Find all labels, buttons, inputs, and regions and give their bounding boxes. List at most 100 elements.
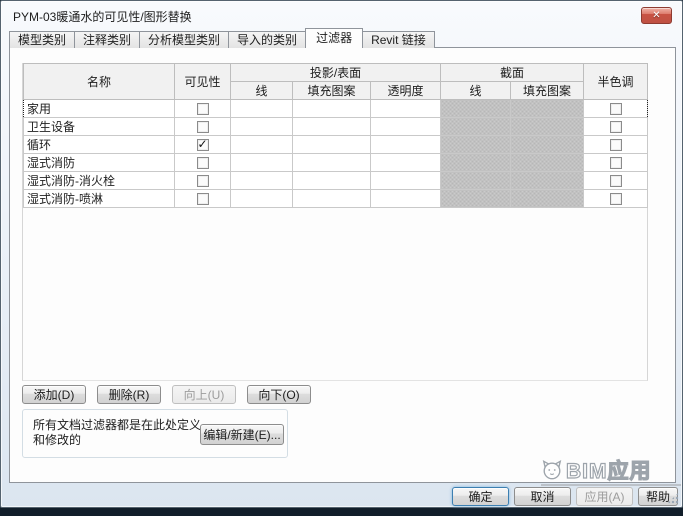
projection-lines-cell[interactable] [230, 189, 293, 208]
tab-imported-categories[interactable]: 导入的类别 [228, 31, 307, 48]
column-header-projection-lines: 线 [230, 81, 293, 100]
cut-lines-cell [440, 189, 511, 208]
window-title: PYM-03暖通水的可见性/图形替换 [13, 10, 192, 24]
filter-name-cell[interactable]: 湿式消防-喷淋 [23, 189, 175, 208]
cut-patterns-cell [509, 171, 585, 190]
visibility-checkbox[interactable] [196, 103, 209, 116]
column-header-cut-lines: 线 [440, 81, 511, 100]
titlebar[interactable]: PYM-03暖通水的可见性/图形替换 ✕ [1, 1, 682, 27]
visibility-cell[interactable] [174, 189, 231, 208]
transparency-cell[interactable] [370, 189, 441, 208]
halftone-checkbox[interactable] [609, 139, 622, 152]
projection-lines-cell[interactable] [230, 117, 293, 136]
visibility-cell[interactable] [174, 99, 231, 118]
column-header-cut-patterns: 填充图案 [509, 81, 585, 100]
projection-lines-cell[interactable] [230, 135, 293, 154]
filter-name-cell[interactable]: 湿式消防-消火栓 [23, 171, 175, 190]
table-row[interactable]: 家用 [23, 99, 649, 118]
projection-patterns-cell[interactable] [292, 189, 371, 208]
add-button[interactable]: 添加(D) [22, 385, 86, 404]
filter-name-cell[interactable]: 卫生设备 [23, 117, 175, 136]
cut-lines-cell [440, 135, 511, 154]
projection-patterns-cell[interactable] [292, 135, 371, 154]
edit-new-button[interactable]: 编辑/新建(E)... [200, 424, 284, 445]
ok-button[interactable]: 确定 [452, 487, 509, 506]
move-up-button[interactable]: 向上(U) [172, 385, 236, 404]
visibility-checkbox[interactable] [196, 121, 209, 134]
tab-analytical-model-categories[interactable]: 分析模型类别 [139, 31, 230, 48]
tabstrip: 模型类别 注释类别 分析模型类别 导入的类别 过滤器 Revit 链接 [9, 28, 435, 48]
transparency-cell[interactable] [370, 171, 441, 190]
projection-lines-cell[interactable] [230, 99, 293, 118]
visibility-graphics-dialog: PYM-03暖通水的可见性/图形替换 ✕ 模型类别 注释类别 分析模型类别 导入的类别… [0, 0, 683, 508]
visibility-cell[interactable] [174, 171, 231, 190]
projection-lines-cell[interactable] [230, 153, 293, 172]
cut-lines-cell [440, 171, 511, 190]
tab-model-categories[interactable]: 模型类别 [9, 31, 76, 48]
tab-filters[interactable]: 过滤器 [305, 28, 364, 48]
visibility-checkbox[interactable] [196, 157, 209, 170]
tab-revit-links[interactable]: Revit 链接 [362, 31, 435, 48]
edit-filters-groupbox: 所有文档过滤器都是在此处定义和修改的 编辑/新建(E)... [22, 409, 288, 458]
column-header-projection-patterns: 填充图案 [292, 81, 371, 100]
visibility-checkbox[interactable]: ✓ [196, 137, 209, 152]
halftone-checkbox[interactable] [609, 157, 622, 170]
check-icon: ✓ [197, 137, 208, 152]
column-header-halftone: 半色调 [583, 63, 649, 100]
remove-button[interactable]: 删除(R) [97, 385, 161, 404]
cut-lines-cell [440, 99, 511, 118]
halftone-checkbox[interactable] [609, 103, 622, 116]
cut-patterns-cell [509, 153, 585, 172]
cut-patterns-cell [509, 189, 585, 208]
apply-button[interactable]: 应用(A) [576, 487, 633, 506]
halftone-cell[interactable] [583, 99, 649, 118]
halftone-cell[interactable] [583, 153, 649, 172]
cut-lines-cell [440, 153, 511, 172]
projection-patterns-cell[interactable] [292, 99, 371, 118]
cut-patterns-cell [509, 117, 585, 136]
column-header-projection: 投影/表面 [230, 63, 441, 82]
projection-patterns-cell[interactable] [292, 117, 371, 136]
visibility-cell[interactable]: ✓ [174, 135, 231, 154]
column-header-cut: 截面 [439, 63, 585, 82]
column-header-name: 名称 [23, 63, 175, 100]
halftone-checkbox[interactable] [609, 175, 622, 188]
cancel-button[interactable]: 取消 [514, 487, 571, 506]
column-header-visibility: 可见性 [174, 63, 231, 100]
visibility-checkbox[interactable] [196, 193, 209, 206]
filters-grid: 名称 可见性 投影/表面 截面 半色调 线 填充图案 透明度 线 填充图案 家用… [22, 63, 649, 381]
halftone-checkbox[interactable] [609, 193, 622, 206]
halftone-cell[interactable] [583, 171, 649, 190]
table-row[interactable]: 湿式消防 [23, 153, 649, 172]
projection-patterns-cell[interactable] [292, 171, 371, 190]
halftone-cell[interactable] [583, 189, 649, 208]
tab-annotation-categories[interactable]: 注释类别 [74, 31, 141, 48]
edit-filters-description: 所有文档过滤器都是在此处定义和修改的 [33, 418, 202, 447]
filter-name-cell[interactable]: 家用 [23, 99, 175, 118]
projection-patterns-cell[interactable] [292, 153, 371, 172]
cut-patterns-cell [509, 135, 585, 154]
cut-lines-cell [440, 117, 511, 136]
transparency-cell[interactable] [370, 153, 441, 172]
close-icon: ✕ [652, 9, 661, 21]
move-down-button[interactable]: 向下(O) [247, 385, 311, 404]
filters-tab-page: 名称 可见性 投影/表面 截面 半色调 线 填充图案 透明度 线 填充图案 家用… [9, 47, 676, 483]
transparency-cell[interactable] [370, 135, 441, 154]
table-row[interactable]: 循环 ✓ [23, 135, 649, 154]
transparency-cell[interactable] [370, 117, 441, 136]
visibility-cell[interactable] [174, 117, 231, 136]
table-row[interactable]: 湿式消防-消火栓 [23, 171, 649, 190]
filter-name-cell[interactable]: 湿式消防 [23, 153, 175, 172]
transparency-cell[interactable] [370, 99, 441, 118]
table-row[interactable]: 湿式消防-喷淋 [23, 189, 649, 208]
table-row[interactable]: 卫生设备 [23, 117, 649, 136]
filter-name-cell[interactable]: 循环 [23, 135, 175, 154]
halftone-cell[interactable] [583, 117, 649, 136]
visibility-cell[interactable] [174, 153, 231, 172]
visibility-checkbox[interactable] [196, 175, 209, 188]
close-button[interactable]: ✕ [641, 7, 672, 24]
projection-lines-cell[interactable] [230, 171, 293, 190]
halftone-cell[interactable] [583, 135, 649, 154]
halftone-checkbox[interactable] [609, 121, 622, 134]
cut-patterns-cell [509, 99, 585, 118]
